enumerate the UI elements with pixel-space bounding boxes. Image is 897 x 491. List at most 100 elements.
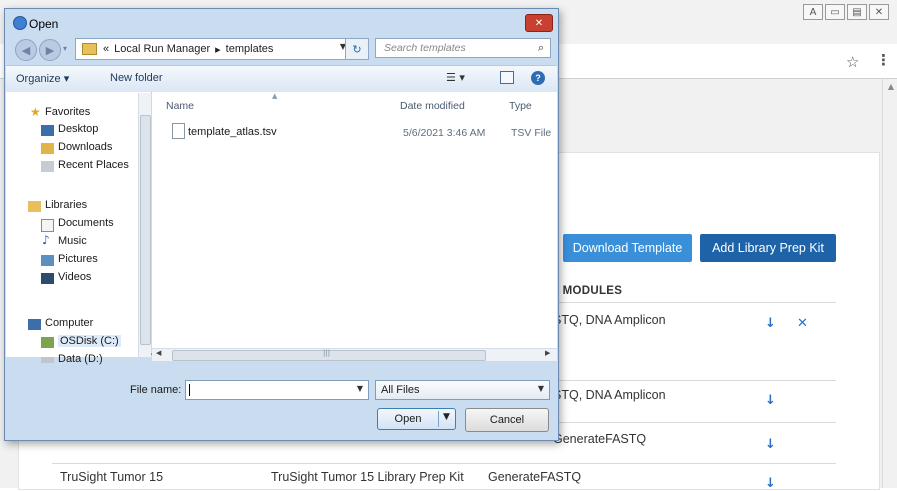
desktop-icon bbox=[41, 125, 54, 136]
column-name[interactable]: Name bbox=[166, 100, 194, 112]
nav-documents[interactable]: Documents bbox=[58, 217, 114, 229]
open-dropdown-icon[interactable]: ▼ bbox=[443, 412, 450, 422]
horizontal-scrollbar[interactable]: ◀ ||| ▶ bbox=[152, 348, 557, 361]
nav-osdisk[interactable]: OSDisk (C:) bbox=[58, 335, 121, 347]
file-name[interactable]: template_atlas.tsv bbox=[188, 126, 277, 138]
navigation-pane: ★ Favorites Desktop Downloads Recent Pla… bbox=[6, 92, 151, 365]
nav-favorites[interactable]: Favorites bbox=[45, 106, 90, 118]
row-divider bbox=[52, 463, 836, 464]
sort-arrow-icon: ▲ bbox=[272, 92, 278, 100]
search-input[interactable]: Search templates ⌕ bbox=[375, 38, 551, 58]
forward-arrow-icon[interactable]: ▶ bbox=[39, 39, 61, 61]
dialog-title: Open bbox=[29, 17, 59, 31]
grip-icon: ||| bbox=[323, 349, 331, 357]
download-icon[interactable]: ↓ bbox=[765, 437, 776, 452]
data-drive-icon bbox=[41, 357, 54, 363]
download-icon[interactable]: ↓ bbox=[765, 393, 776, 408]
search-icon[interactable]: ⌕ bbox=[538, 41, 544, 55]
breadcrumb-overflow[interactable]: « bbox=[103, 43, 109, 55]
libraries-icon bbox=[28, 201, 41, 212]
folder-icon bbox=[82, 43, 97, 55]
open-file-dialog: Open ✕ ◀ ▶ ▾ « Local Run Manager ▸ templ… bbox=[4, 8, 559, 441]
table-row-kit: TruSight Tumor 15 Library Prep Kit bbox=[271, 470, 464, 484]
nav-downloads[interactable]: Downloads bbox=[58, 141, 112, 153]
pictures-icon bbox=[41, 255, 54, 266]
nav-libraries[interactable]: Libraries bbox=[45, 199, 87, 211]
file-name-input[interactable]: ▼ bbox=[185, 380, 369, 400]
star-icon[interactable]: ☆ bbox=[846, 53, 859, 71]
text-caret bbox=[189, 384, 190, 396]
open-split-divider bbox=[438, 411, 439, 427]
osdisk-drive-icon bbox=[41, 337, 54, 348]
music-icon: ♪ bbox=[42, 233, 50, 247]
table-row-modules: STQ, DNA Amplicon bbox=[553, 388, 666, 402]
nav-pictures[interactable]: Pictures bbox=[58, 253, 98, 265]
nav-desktop[interactable]: Desktop bbox=[58, 123, 98, 135]
profile-button[interactable]: A bbox=[803, 4, 823, 20]
search-placeholder: Search templates bbox=[384, 42, 466, 54]
file-type-filter-value: All Files bbox=[381, 384, 420, 396]
file-list-pane: ▲ Name Date modified Type template_atlas… bbox=[152, 92, 557, 357]
table-row-assay: TruSight Tumor 15 bbox=[60, 470, 164, 484]
documents-icon bbox=[41, 219, 54, 232]
breadcrumb-separator-icon[interactable]: ▸ bbox=[215, 43, 221, 56]
scroll-right-icon[interactable]: ▶ bbox=[545, 349, 550, 357]
nav-data-drive[interactable]: Data (D:) bbox=[58, 353, 103, 365]
chrome-logo-icon bbox=[13, 16, 27, 30]
cancel-button[interactable]: Cancel bbox=[465, 408, 549, 432]
page-scrollbar[interactable] bbox=[882, 79, 897, 488]
computer-icon bbox=[28, 319, 41, 330]
horizontal-scroll-thumb[interactable]: ||| bbox=[172, 349, 486, 361]
help-icon[interactable]: ? bbox=[531, 71, 545, 85]
nav-videos[interactable]: Videos bbox=[58, 271, 91, 283]
preview-pane-icon[interactable] bbox=[500, 71, 514, 84]
filter-dropdown-icon[interactable]: ▼ bbox=[538, 384, 544, 393]
open-button[interactable]: Open ▼ bbox=[377, 408, 456, 430]
table-row-modules: GenerateFASTQ bbox=[488, 470, 582, 484]
modules-column-header: ) MODULES bbox=[555, 285, 622, 297]
file-name-dropdown-icon[interactable]: ▼ bbox=[357, 384, 363, 393]
minimize-button[interactable]: ▭ bbox=[825, 4, 845, 20]
close-window-button[interactable]: ✕ bbox=[869, 4, 889, 20]
download-template-button[interactable]: Download Template bbox=[563, 234, 692, 262]
nav-scrollbar[interactable] bbox=[138, 93, 151, 357]
refresh-icon[interactable]: ↻ bbox=[345, 38, 369, 60]
file-name-label: File name: bbox=[130, 384, 182, 396]
nav-recent-places[interactable]: Recent Places bbox=[58, 159, 129, 171]
favorites-star-icon: ★ bbox=[30, 105, 41, 119]
download-icon[interactable]: ↓ bbox=[765, 316, 776, 331]
open-button-label: Open bbox=[394, 413, 422, 425]
nav-scroll-thumb[interactable] bbox=[140, 115, 151, 345]
delete-icon[interactable]: ✕ bbox=[797, 316, 808, 331]
kebab-icon[interactable]: ⋮ bbox=[876, 51, 891, 69]
maximize-button[interactable]: ▤ bbox=[847, 4, 867, 20]
breadcrumb-templates[interactable]: templates bbox=[226, 43, 274, 55]
column-date-modified[interactable]: Date modified bbox=[400, 100, 465, 112]
new-folder-button[interactable]: New folder bbox=[110, 72, 163, 84]
downloads-folder-icon bbox=[41, 143, 54, 154]
videos-icon bbox=[41, 273, 54, 284]
nav-music[interactable]: Music bbox=[58, 235, 87, 247]
organize-menu[interactable]: Organize ▾ bbox=[16, 72, 69, 85]
nav-computer[interactable]: Computer bbox=[45, 317, 93, 329]
dialog-toolbar: Organize ▾ New folder ☰ ▾ ? bbox=[6, 65, 557, 93]
scroll-up-icon[interactable]: ▲ bbox=[888, 82, 894, 91]
dialog-close-button[interactable]: ✕ bbox=[525, 14, 553, 32]
add-library-prep-kit-button[interactable]: Add Library Prep Kit bbox=[700, 234, 836, 262]
modules-header-label: MODULES bbox=[562, 285, 623, 297]
file-date: 5/6/2021 3:46 AM bbox=[403, 127, 486, 139]
path-breadcrumb[interactable]: « Local Run Manager ▸ templates ▼ bbox=[75, 38, 355, 60]
history-dropdown-icon[interactable]: ▾ bbox=[63, 44, 67, 53]
breadcrumb-local-run-manager[interactable]: Local Run Manager bbox=[114, 43, 210, 55]
table-row-modules: GenerateFASTQ bbox=[553, 432, 647, 446]
file-type-filter[interactable]: All Files ▼ bbox=[375, 380, 550, 400]
column-type[interactable]: Type bbox=[509, 100, 532, 112]
back-arrow-icon[interactable]: ◀ bbox=[15, 39, 37, 61]
view-options-icon[interactable]: ☰ ▾ bbox=[446, 71, 465, 84]
file-icon bbox=[172, 123, 185, 139]
window-controls: A ▭ ▤ ✕ bbox=[803, 4, 889, 20]
scroll-left-icon[interactable]: ◀ bbox=[156, 349, 161, 357]
table-row-modules: STQ, DNA Amplicon bbox=[553, 313, 666, 327]
download-icon[interactable]: ↓ bbox=[765, 476, 776, 491]
recent-places-icon bbox=[41, 161, 54, 172]
